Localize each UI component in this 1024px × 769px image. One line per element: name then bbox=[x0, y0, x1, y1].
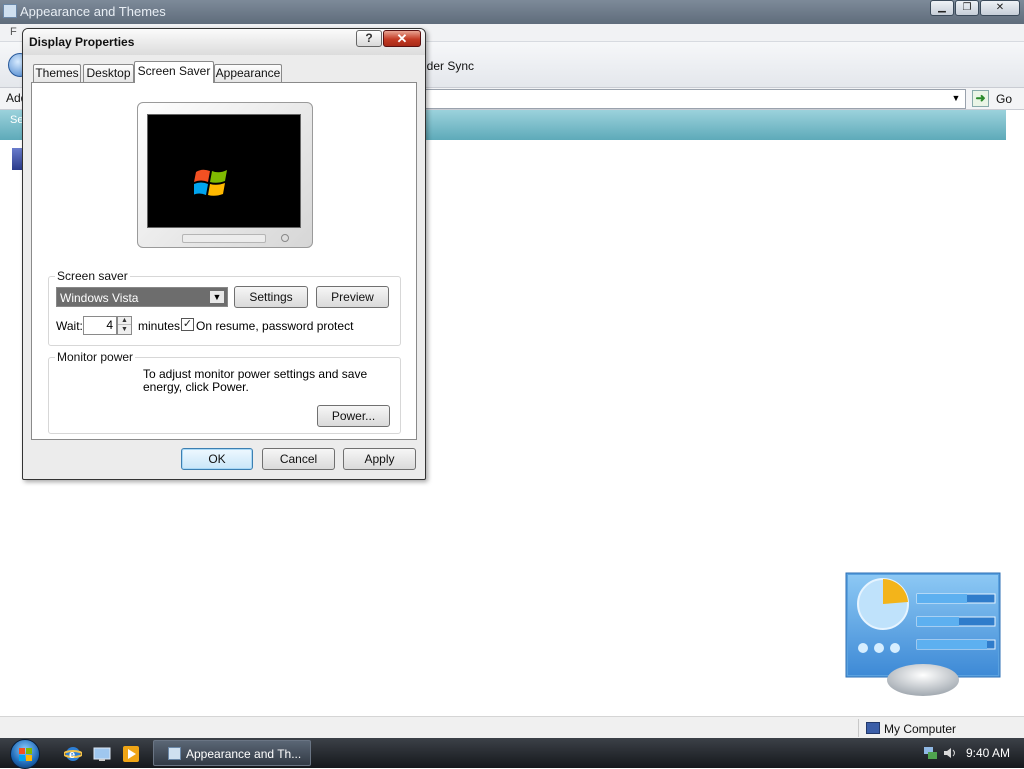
background-window-title: Appearance and Themes bbox=[20, 4, 166, 19]
restore-button[interactable]: ❐ bbox=[955, 0, 979, 16]
taskbar-button-label: Appearance and Th... bbox=[186, 747, 302, 761]
tab-screen-saver[interactable]: Screen Saver bbox=[134, 61, 214, 83]
monitor-power-group-label: Monitor power bbox=[55, 350, 136, 364]
spin-down-icon[interactable]: ▼ bbox=[118, 326, 131, 334]
tab-themes[interactable]: Themes bbox=[33, 64, 81, 82]
ok-button[interactable]: OK bbox=[181, 448, 253, 470]
tab-desktop[interactable]: Desktop bbox=[83, 64, 134, 82]
screen-saver-select[interactable]: Windows Vista ▼ bbox=[56, 287, 228, 307]
background-window-titlebar[interactable]: Appearance and Themes ▁ ❐ ✕ bbox=[0, 0, 1024, 24]
chevron-down-icon[interactable]: ▼ bbox=[210, 291, 224, 303]
svg-text:e: e bbox=[69, 749, 75, 761]
apply-button[interactable]: Apply bbox=[343, 448, 416, 470]
screen-saver-panel: Screen saver Windows Vista ▼ Settings Pr… bbox=[31, 82, 417, 440]
preview-screen bbox=[147, 114, 301, 228]
minimize-button[interactable]: ▁ bbox=[930, 0, 954, 16]
folder-window-icon bbox=[168, 747, 181, 760]
display-properties-dialog: Display Properties ? ✕ Themes Desktop Sc… bbox=[22, 28, 426, 480]
folder-sync-label[interactable]: lder Sync bbox=[424, 59, 474, 73]
windows-flag-icon bbox=[19, 748, 32, 761]
close-icon[interactable]: ✕ bbox=[383, 30, 421, 47]
taskbar: e Appearance and Th... 9:40 AM bbox=[0, 738, 1024, 769]
minutes-label: minutes bbox=[138, 319, 181, 333]
monitor-power-description: To adjust monitor power settings and sav… bbox=[143, 367, 368, 394]
internet-explorer-icon[interactable]: e bbox=[64, 745, 82, 763]
network-tray-icon[interactable] bbox=[924, 747, 937, 759]
dialog-titlebar[interactable]: Display Properties ? ✕ bbox=[23, 29, 425, 55]
go-arrow-icon[interactable]: ➜ bbox=[972, 90, 989, 107]
wait-minutes-input[interactable]: 4 bbox=[83, 316, 117, 335]
windows-logo-icon bbox=[194, 169, 227, 196]
preview-button[interactable]: Preview bbox=[316, 286, 389, 308]
show-desktop-icon[interactable] bbox=[93, 745, 111, 763]
wait-label: Wait: bbox=[56, 319, 83, 333]
screen-saver-selected-value: Windows Vista bbox=[60, 291, 139, 305]
close-window-button[interactable]: ✕ bbox=[980, 0, 1020, 16]
media-player-icon[interactable] bbox=[122, 745, 140, 763]
control-panel-display-icon[interactable] bbox=[845, 572, 1001, 698]
cancel-button[interactable]: Cancel bbox=[262, 448, 335, 470]
taskbar-button-appearance[interactable]: Appearance and Th... bbox=[153, 740, 311, 766]
settings-button[interactable]: Settings bbox=[234, 286, 308, 308]
volume-tray-icon[interactable] bbox=[943, 747, 956, 759]
wait-minutes-stepper[interactable]: ▲ ▼ bbox=[117, 316, 132, 335]
my-computer-icon bbox=[866, 722, 880, 734]
password-protect-checkbox[interactable]: ✓ bbox=[181, 318, 194, 331]
monitor-power-icon bbox=[281, 234, 289, 242]
taskbar-clock[interactable]: 9:40 AM bbox=[966, 746, 1010, 760]
start-orb-icon[interactable] bbox=[10, 739, 40, 769]
password-protect-label[interactable]: On resume, password protect bbox=[196, 319, 353, 333]
spin-up-icon[interactable]: ▲ bbox=[118, 317, 131, 325]
monitor-preview bbox=[137, 102, 313, 248]
screen-saver-group-label: Screen saver bbox=[55, 269, 130, 283]
monitor-chin bbox=[182, 234, 266, 243]
folder-window-icon bbox=[3, 4, 17, 18]
tab-appearance[interactable]: Appearance bbox=[214, 64, 282, 82]
status-divider bbox=[858, 719, 859, 737]
dialog-title: Display Properties bbox=[29, 35, 135, 49]
status-bar: My Computer bbox=[0, 716, 1024, 738]
go-button[interactable]: Go bbox=[996, 92, 1012, 106]
power-button[interactable]: Power... bbox=[317, 405, 390, 427]
chevron-down-icon[interactable]: ▼ bbox=[948, 90, 964, 106]
menu-file[interactable]: F bbox=[10, 26, 17, 38]
help-button[interactable]: ? bbox=[356, 30, 382, 47]
status-location: My Computer bbox=[884, 722, 957, 736]
